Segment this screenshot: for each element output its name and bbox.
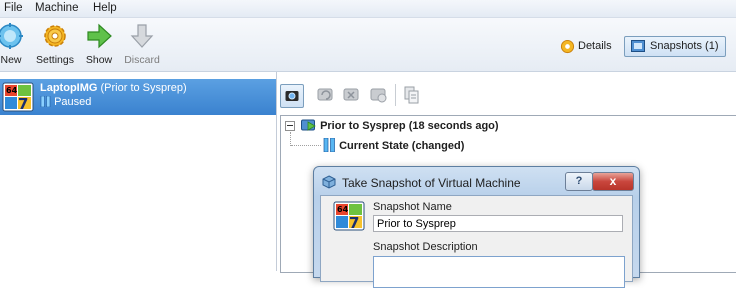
take-snapshot-icon bbox=[285, 91, 299, 101]
windows7-64-icon: 64 7 bbox=[2, 82, 34, 112]
details-icon bbox=[560, 39, 575, 54]
vm-snapshot-suffix: (Prior to Sysprep) bbox=[100, 82, 187, 94]
discard-button-label: Discard bbox=[124, 54, 160, 66]
menu-bar: File Machine Help bbox=[0, 0, 736, 18]
settings-button[interactable]: Settings bbox=[33, 18, 77, 70]
help-button[interactable]: ? bbox=[565, 172, 593, 191]
os-badge-7: 7 bbox=[349, 214, 359, 231]
close-button[interactable]: x bbox=[592, 172, 634, 191]
current-state-node[interactable]: Current State (changed) bbox=[323, 138, 464, 152]
tree-collapse-toggle[interactable] bbox=[285, 121, 295, 131]
delete-snapshot-button[interactable] bbox=[341, 84, 363, 106]
details-label: Details bbox=[578, 40, 612, 52]
show-icon bbox=[87, 23, 112, 49]
new-button[interactable]: New bbox=[0, 18, 26, 70]
os-badge-64: 64 bbox=[337, 205, 349, 214]
paused-icon bbox=[323, 138, 335, 152]
vm-state: Paused bbox=[54, 96, 92, 108]
vm-list-item[interactable]: 64 7 LaptopIMG (Prior to Sysprep) Paused bbox=[0, 79, 276, 115]
close-label: x bbox=[609, 174, 617, 188]
snapshot-name-label: Snapshot Name bbox=[373, 201, 452, 213]
settings-button-label: Settings bbox=[36, 54, 74, 66]
menu-machine[interactable]: Machine bbox=[35, 2, 78, 14]
take-snapshot-dialog: Take Snapshot of Virtual Machine ? x 64 … bbox=[313, 166, 640, 288]
take-snapshot-button[interactable] bbox=[280, 84, 304, 108]
snapshot-description-input[interactable] bbox=[373, 256, 625, 288]
snapshots-icon bbox=[631, 40, 645, 52]
toolbar-separator bbox=[395, 84, 396, 106]
snapshots-label: Snapshots (1) bbox=[650, 40, 719, 52]
restore-snapshot-icon bbox=[317, 88, 333, 101]
new-icon bbox=[0, 23, 23, 49]
current-state-label: Current State (changed) bbox=[339, 140, 465, 152]
clone-button[interactable] bbox=[401, 84, 423, 106]
new-button-label: New bbox=[0, 54, 22, 66]
restore-snapshot-button[interactable] bbox=[315, 84, 337, 106]
snapshot-node[interactable]: Prior to Sysprep (18 seconds ago) bbox=[301, 118, 499, 132]
snapshots-button[interactable]: Snapshots (1) bbox=[624, 36, 726, 57]
snapshot-node-icon bbox=[301, 119, 316, 131]
clone-icon bbox=[404, 86, 419, 104]
delete-snapshot-icon bbox=[343, 88, 359, 101]
os-badge-64: 64 bbox=[6, 86, 18, 95]
show-button[interactable]: Show bbox=[83, 18, 115, 70]
snapshot-details-button[interactable] bbox=[368, 84, 390, 106]
snapshot-toolbar bbox=[277, 72, 736, 115]
help-label: ? bbox=[575, 175, 583, 187]
vm-name: LaptopIMG bbox=[40, 82, 98, 94]
discard-button[interactable]: Discard bbox=[121, 18, 163, 70]
menu-help[interactable]: Help bbox=[93, 2, 117, 14]
snapshot-details-icon bbox=[370, 88, 387, 103]
menu-file[interactable]: File bbox=[4, 2, 23, 14]
snapshot-name-input[interactable] bbox=[373, 215, 623, 232]
dialog-title: Take Snapshot of Virtual Machine bbox=[342, 176, 521, 190]
main-toolbar: New Settings Show Discard Details Snapsh… bbox=[0, 18, 736, 72]
virtualbox-icon bbox=[322, 175, 336, 189]
show-button-label: Show bbox=[85, 54, 113, 66]
discard-icon bbox=[130, 24, 154, 48]
snapshot-node-label: Prior to Sysprep (18 seconds ago) bbox=[320, 120, 499, 132]
dialog-body: 64 7 Snapshot Name Snapshot Description bbox=[320, 195, 633, 288]
paused-icon bbox=[40, 96, 51, 107]
windows7-64-icon: 64 7 bbox=[333, 201, 365, 231]
os-badge-7: 7 bbox=[18, 95, 28, 112]
vm-list: 64 7 LaptopIMG (Prior to Sysprep) Paused bbox=[0, 72, 277, 271]
snapshot-description-label: Snapshot Description bbox=[373, 241, 478, 253]
settings-icon bbox=[44, 25, 66, 47]
